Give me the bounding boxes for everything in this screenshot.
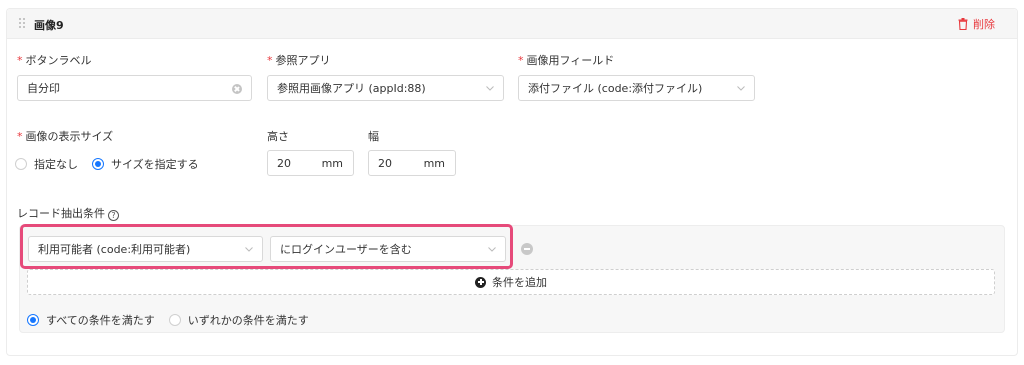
width-input[interactable]: 20 mm [368,150,456,176]
required-mark: * [17,130,23,143]
highlight-box [20,224,513,269]
radio-label: いずれかの条件を満たす [187,314,309,327]
delete-button[interactable]: 削除 [958,16,995,32]
required-mark: * [267,54,273,67]
display-size-label: * 画像の表示サイズ [17,130,114,143]
width-unit: mm [423,157,445,170]
height-unit: mm [321,157,343,170]
required-mark: * [518,54,524,67]
width-value: 20 [378,157,392,170]
radio-no-size[interactable]: 指定なし [15,156,78,172]
ref-app-select[interactable]: 参照用画像アプリ (appId:88) [267,75,504,101]
image-field-select[interactable]: 添付ファイル (code:添付ファイル) [518,75,755,101]
radio-label: すべての条件を満たす [46,314,155,327]
chevron-down-icon [737,86,745,91]
radio-specify-size[interactable]: サイズを指定する [92,156,199,172]
add-condition-button[interactable]: 条件を追加 [27,269,995,295]
plus-circle-icon [475,276,486,288]
width-label: 幅 [368,130,379,143]
button-label-value: 自分印 [27,82,60,95]
ref-app-label: * 参照アプリ [267,54,331,67]
clear-icon[interactable] [232,84,242,94]
drag-handle-icon[interactable] [19,18,27,30]
remove-condition-icon[interactable] [521,243,533,255]
radio-circle-selected [92,158,104,170]
help-icon[interactable]: ? [108,210,119,221]
height-value: 20 [277,157,291,170]
radio-label: 指定なし [34,158,78,171]
trash-icon [958,18,968,30]
ref-app-value: 参照用画像アプリ (appId:88) [277,82,426,95]
required-mark: * [17,54,23,67]
button-label-input[interactable]: 自分印 [17,75,252,101]
image-field-label: * 画像用フィールド [518,54,615,67]
conditions-label: レコード抽出条件? [17,205,119,221]
delete-label: 削除 [973,18,995,31]
radio-circle-selected [27,314,39,326]
height-label: 高さ [267,130,289,143]
height-input[interactable]: 20 mm [267,150,354,176]
button-label-label: * ボタンラベル [17,54,92,67]
match-radio-group: すべての条件を満たす いずれかの条件を満たす [27,312,323,328]
radio-circle [15,158,27,170]
radio-circle [168,314,181,326]
card-header: 画像9 削除 [7,9,1017,39]
add-condition-label: 条件を追加 [492,276,547,289]
radio-label: サイズを指定する [111,158,199,171]
radio-match-any[interactable]: いずれかの条件を満たす [168,312,309,328]
chevron-down-icon [486,86,494,91]
display-size-radio-group: 指定なし サイズを指定する [15,156,213,172]
image-field-value: 添付ファイル (code:添付ファイル) [528,82,703,95]
radio-match-all[interactable]: すべての条件を満たす [27,312,155,328]
card-title: 画像9 [34,19,64,32]
